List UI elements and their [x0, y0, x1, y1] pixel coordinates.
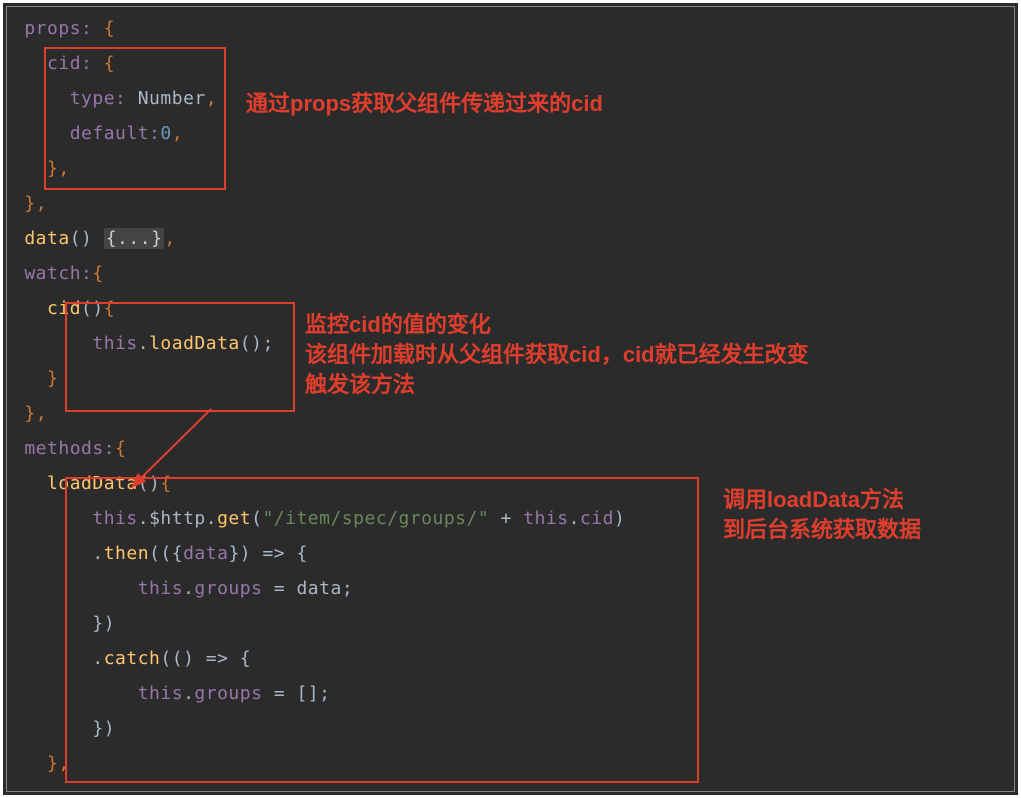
- code-area: props: { cid: { type: Number, default:0,…: [6, 6, 1015, 792]
- code-annotation-figure: props: { cid: { type: Number, default:0,…: [0, 0, 1021, 798]
- code-block: props: { cid: { type: Number, default:0,…: [7, 7, 1014, 781]
